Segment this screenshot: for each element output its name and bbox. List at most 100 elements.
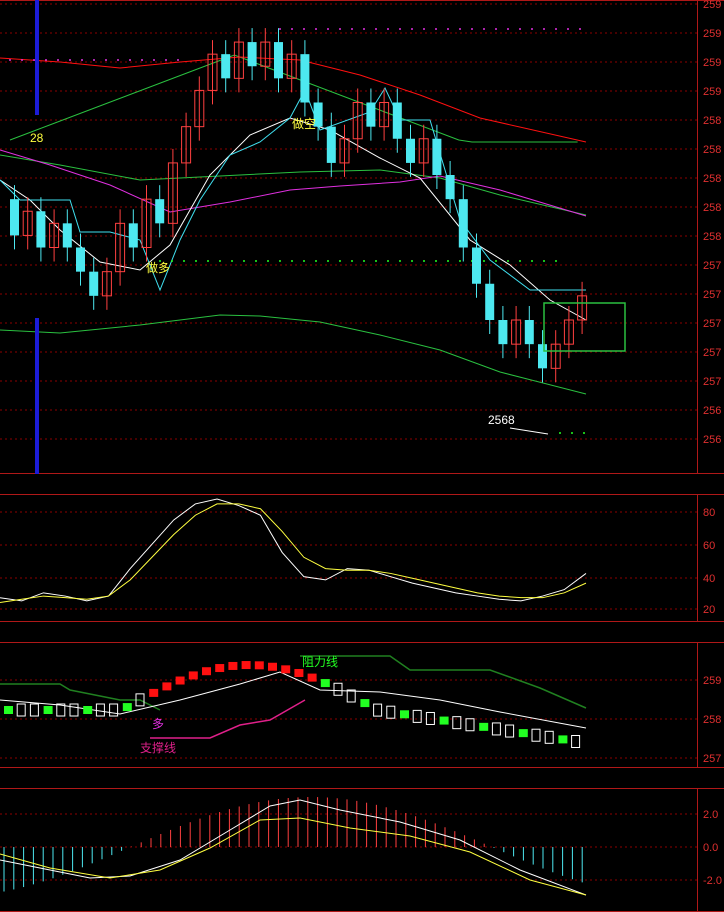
channel-candle	[400, 710, 409, 719]
resistance-dot	[33, 59, 35, 61]
channel-tick-label: 258	[703, 714, 721, 726]
channel-mid-line	[0, 671, 587, 729]
stock-chart: 259 259 259 259 258 258 258 258 258 257 257 257 257 2…	[0, 0, 724, 912]
resistance-dot	[519, 28, 521, 30]
dea-line	[0, 817, 587, 896]
support-dot	[363, 260, 365, 262]
candle-body-down	[432, 138, 442, 175]
support-dot	[459, 260, 461, 262]
price-tick-label: 257	[703, 318, 721, 330]
resistance-dot	[507, 28, 509, 30]
resistance-dot	[315, 28, 317, 30]
channel-candle	[558, 735, 568, 744]
support-dot	[571, 432, 573, 434]
channel-candle	[439, 716, 449, 725]
resistance-dot	[117, 59, 119, 61]
candle-body-down	[524, 320, 534, 345]
support-dot	[243, 260, 245, 262]
support-dot	[435, 260, 437, 262]
support-dot	[583, 432, 585, 434]
resistance-dot	[141, 59, 143, 61]
resistance-dot	[129, 59, 131, 61]
resistance-dot	[399, 28, 401, 30]
channel-candle	[162, 682, 172, 691]
resistance-dot	[9, 59, 11, 61]
support-dot	[387, 260, 389, 262]
channel-candle	[294, 668, 304, 677]
resistance-dot	[447, 28, 449, 30]
resistance-dot	[303, 28, 305, 30]
channel-candle	[333, 682, 343, 696]
candle-body-down	[538, 344, 547, 369]
support-dot	[291, 260, 293, 262]
support-dot	[315, 260, 317, 262]
k-line	[0, 498, 587, 602]
channel-candle	[425, 711, 435, 725]
support-dot	[559, 432, 561, 434]
channel-tick-label: 257	[703, 753, 721, 765]
candle-body-down	[155, 199, 165, 224]
price-tick-label: 258	[703, 144, 721, 156]
candle-body-down	[392, 102, 402, 139]
channel-candle	[320, 679, 330, 688]
channel-candle	[29, 703, 39, 717]
long-label: 多	[152, 717, 164, 731]
price-tick-label: 256	[703, 405, 721, 417]
resistance-dot	[471, 28, 473, 30]
channel-candle	[479, 722, 489, 731]
resistance-dot	[423, 28, 425, 30]
count-label: 28	[30, 131, 44, 145]
resistance-dot	[93, 59, 95, 61]
resistance-dot	[291, 28, 293, 30]
support-dot	[255, 260, 257, 262]
price-tick-label: 259	[703, 86, 721, 98]
support-dot	[267, 260, 269, 262]
candle-body-down	[485, 283, 495, 320]
channel-candle	[452, 716, 462, 730]
channel-candle	[281, 665, 291, 674]
channel-candle	[228, 661, 238, 670]
support-dot	[411, 260, 413, 262]
macd-tick-label: 2.0	[703, 809, 718, 821]
channel-candle	[149, 688, 159, 697]
osc-tick-label: 40	[703, 573, 715, 585]
channel-candle	[360, 699, 370, 708]
macd-tick-label: -2.0	[703, 875, 722, 887]
support-dot	[531, 260, 533, 262]
price-tick-label: 257	[703, 347, 721, 359]
candle-body-down	[62, 223, 72, 248]
support-dot	[375, 260, 377, 262]
low-price-label: 2568	[488, 413, 515, 427]
support-dot	[303, 260, 305, 262]
candle-body-down	[247, 42, 257, 67]
ma-white-line	[0, 117, 587, 321]
channel-candle	[175, 676, 185, 685]
candle-body-down	[221, 54, 231, 79]
channel-candle	[109, 703, 119, 717]
candle-body-down	[76, 247, 85, 272]
price-tick-label: 258	[703, 173, 721, 185]
low-price-pointer	[509, 427, 549, 435]
support-dot	[447, 260, 449, 262]
channel-candle	[465, 718, 475, 732]
candle-body-down	[498, 320, 508, 345]
channel-candle	[531, 728, 541, 742]
resistance-dot	[279, 28, 281, 30]
channel-candle	[544, 730, 554, 744]
candle-body-down	[406, 138, 415, 163]
support-dot	[327, 260, 329, 262]
resistance-dot	[165, 59, 167, 61]
resistance-dot	[177, 59, 179, 61]
candle-body-down	[128, 223, 138, 248]
resistance-dot	[483, 28, 485, 30]
channel-candle	[254, 661, 264, 670]
resistance-dot	[69, 59, 71, 61]
price-tick-label: 259	[703, 0, 721, 11]
price-tick-label: 259	[703, 57, 721, 69]
support-dot	[231, 260, 233, 262]
candle-body-down	[472, 247, 481, 284]
price-tick-label: 258	[703, 202, 721, 214]
channel-candle	[307, 673, 317, 682]
channel-candle	[241, 661, 251, 670]
price-tick-label: 259	[703, 28, 721, 40]
